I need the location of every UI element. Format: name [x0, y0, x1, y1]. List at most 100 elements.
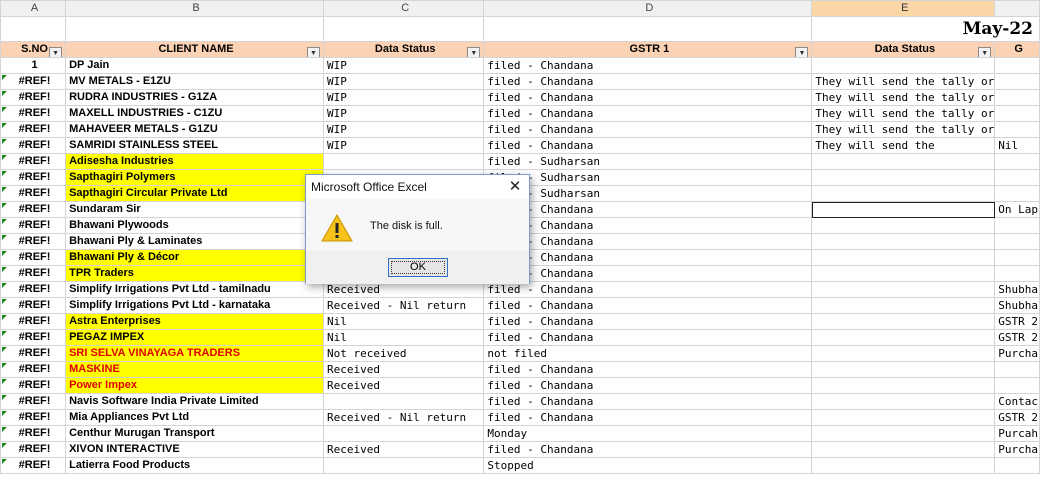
- cell-client-name[interactable]: TPR Traders: [65, 265, 325, 282]
- cell-gstr1[interactable]: filed - Chandana: [483, 73, 813, 90]
- cell-next-column[interactable]: [994, 249, 1040, 266]
- cell-data-status-2[interactable]: [811, 297, 996, 314]
- cell-client-name[interactable]: RUDRA INDUSTRIES - G1ZA: [65, 89, 325, 106]
- cell-gstr1[interactable]: filed - Chandana: [483, 121, 813, 138]
- cell-gstr1[interactable]: filed - Chandana: [483, 233, 813, 250]
- cell-client-name[interactable]: SAMRIDI STAINLESS STEEL: [65, 137, 325, 154]
- header-client-name[interactable]: CLIENT NAME ▼: [65, 41, 325, 58]
- column-header-f[interactable]: [994, 0, 1040, 17]
- cell-sno[interactable]: #REF!: [0, 121, 67, 138]
- cell-gstr1[interactable]: filed - Chandana: [483, 265, 813, 282]
- cell-sno[interactable]: #REF!: [0, 233, 67, 250]
- cell-sno[interactable]: #REF!: [0, 185, 67, 202]
- cell-next-column[interactable]: [994, 57, 1040, 74]
- cell-sno[interactable]: #REF!: [0, 249, 67, 266]
- cell-sno[interactable]: #REF!: [0, 73, 67, 90]
- cell-data-status-2[interactable]: [811, 281, 996, 298]
- cell-next-column[interactable]: [994, 105, 1040, 122]
- cell-gstr1[interactable]: filed - Chandana: [483, 249, 813, 266]
- filter-dropdown-icon[interactable]: ▼: [307, 47, 321, 57]
- cell-data-status-2[interactable]: [811, 249, 996, 266]
- cell-data-status[interactable]: Received: [323, 441, 485, 458]
- cell-data-status[interactable]: WIP: [323, 121, 485, 138]
- cell-client-name[interactable]: Bhawani Ply & Laminates: [65, 233, 325, 250]
- cell-next-column[interactable]: GSTR 2: [994, 409, 1040, 426]
- cell-client-name[interactable]: Astra Enterprises: [65, 313, 325, 330]
- cell-next-column[interactable]: Contac: [994, 393, 1040, 410]
- cell-data-status-2[interactable]: [811, 233, 996, 250]
- cell-next-column[interactable]: [994, 217, 1040, 234]
- cell-client-name[interactable]: Centhur Murugan Transport: [65, 425, 325, 442]
- header-sno[interactable]: S.NO ▼: [0, 41, 67, 58]
- cell-sno[interactable]: #REF!: [0, 153, 67, 170]
- filter-dropdown-icon[interactable]: ▼: [978, 47, 992, 57]
- cell-client-name[interactable]: Sundaram Sir: [65, 201, 325, 218]
- cell-client-name[interactable]: Simplify Irrigations Pvt Ltd - tamilnadu: [65, 281, 325, 298]
- cell-data-status[interactable]: Received: [323, 361, 485, 378]
- close-icon[interactable]: ✕: [507, 175, 523, 199]
- cell-gstr1[interactable]: Monday: [483, 425, 813, 442]
- cell-data-status-2[interactable]: [811, 377, 996, 394]
- cell-sno[interactable]: #REF!: [0, 105, 67, 122]
- cell-data-status[interactable]: Nil: [323, 313, 485, 330]
- cell-client-name[interactable]: XIVON INTERACTIVE: [65, 441, 325, 458]
- cell-data-status-2[interactable]: They will send the tally or: [811, 121, 996, 138]
- cell-sno[interactable]: #REF!: [0, 217, 67, 234]
- cell-data-status[interactable]: Nil: [323, 329, 485, 346]
- cell-gstr1[interactable]: filed - Chandana: [483, 329, 813, 346]
- cell-sno[interactable]: #REF!: [0, 345, 67, 362]
- cell-gstr1[interactable]: filed - Chandana: [483, 361, 813, 378]
- cell-gstr1[interactable]: filed - Chandana: [483, 105, 813, 122]
- cell-next-column[interactable]: [994, 457, 1040, 474]
- cell-data-status[interactable]: [323, 425, 485, 442]
- cell-data-status[interactable]: Received - Nil return: [323, 409, 485, 426]
- cell-sno[interactable]: #REF!: [0, 425, 67, 442]
- cell-data-status-2[interactable]: [811, 409, 996, 426]
- cell-next-column[interactable]: Nil: [994, 137, 1040, 154]
- cell-next-column[interactable]: [994, 169, 1040, 186]
- cell-data-status-2[interactable]: [811, 153, 996, 170]
- cell-gstr1[interactable]: filed - Chandana: [483, 201, 813, 218]
- cell-next-column[interactable]: [994, 185, 1040, 202]
- cell-data-status[interactable]: Received: [323, 377, 485, 394]
- cell-sno[interactable]: #REF!: [0, 201, 67, 218]
- cell-data-status-2[interactable]: [811, 201, 996, 218]
- column-header-d[interactable]: D: [483, 0, 813, 17]
- cell-next-column[interactable]: Shubha: [994, 281, 1040, 298]
- cell-gstr1[interactable]: not filed: [483, 345, 813, 362]
- cell-gstr1[interactable]: filed - Sudharsan: [483, 185, 813, 202]
- cell-next-column[interactable]: Purcha: [994, 441, 1040, 458]
- filter-dropdown-icon[interactable]: ▼: [467, 47, 481, 57]
- cell-data-status-2[interactable]: They will send the tally or: [811, 89, 996, 106]
- cell-next-column[interactable]: [994, 73, 1040, 90]
- cell-gstr1[interactable]: filed - Chandana: [483, 441, 813, 458]
- cell-client-name[interactable]: Power Impex: [65, 377, 325, 394]
- cell-next-column[interactable]: [994, 89, 1040, 106]
- cell-data-status-2[interactable]: [811, 185, 996, 202]
- ok-button[interactable]: OK: [388, 258, 448, 277]
- cell-data-status-2[interactable]: [811, 265, 996, 282]
- cell-data-status[interactable]: [323, 393, 485, 410]
- cell-gstr1[interactable]: Stopped: [483, 457, 813, 474]
- cell-next-column[interactable]: Purcah: [994, 425, 1040, 442]
- cell-sno[interactable]: #REF!: [0, 377, 67, 394]
- cell-client-name[interactable]: Bhawani Ply & Décor: [65, 249, 325, 266]
- cell-client-name[interactable]: Sapthagiri Circular Private Ltd: [65, 185, 325, 202]
- cell-gstr1[interactable]: filed - Chandana: [483, 217, 813, 234]
- cell-next-column[interactable]: [994, 233, 1040, 250]
- cell-sno[interactable]: #REF!: [0, 281, 67, 298]
- cell-next-column[interactable]: Purcha: [994, 345, 1040, 362]
- cell-client-name[interactable]: DP Jain: [65, 57, 325, 74]
- cell-gstr1[interactable]: filed - Chandana: [483, 297, 813, 314]
- cell-data-status-2[interactable]: [811, 169, 996, 186]
- cell-data-status-2[interactable]: [811, 425, 996, 442]
- column-header-b[interactable]: B: [65, 0, 325, 17]
- cell-data-status[interactable]: Received - Nil return: [323, 297, 485, 314]
- cell-client-name[interactable]: Navis Software India Private Limited: [65, 393, 325, 410]
- cell-client-name[interactable]: MAHAVEER METALS - G1ZU: [65, 121, 325, 138]
- cell-gstr1[interactable]: filed - Chandana: [483, 89, 813, 106]
- cell-data-status[interactable]: WIP: [323, 89, 485, 106]
- header-data-status[interactable]: Data Status ▼: [323, 41, 485, 58]
- cell-client-name[interactable]: Simplify Irrigations Pvt Ltd - karnataka: [65, 297, 325, 314]
- cell-client-name[interactable]: SRI SELVA VINAYAGA TRADERS: [65, 345, 325, 362]
